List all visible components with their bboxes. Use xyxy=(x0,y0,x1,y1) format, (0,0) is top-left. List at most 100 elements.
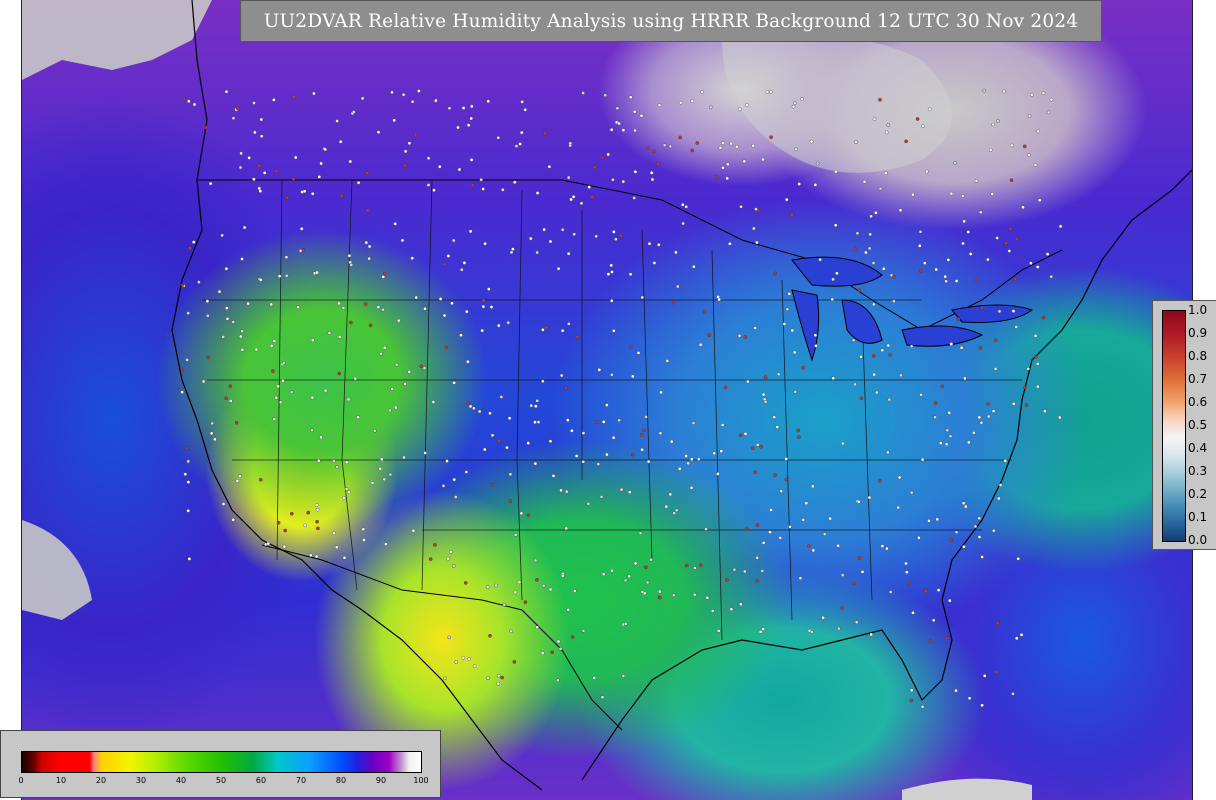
station-marker xyxy=(323,147,328,152)
station-marker xyxy=(509,250,514,255)
station-marker xyxy=(725,578,729,582)
station-marker xyxy=(253,130,257,135)
station-marker xyxy=(974,278,979,282)
station-marker xyxy=(743,335,748,339)
station-marker xyxy=(289,390,294,394)
station-marker xyxy=(609,127,614,132)
station-marker xyxy=(658,589,662,594)
station-marker xyxy=(315,519,319,524)
station-marker xyxy=(447,106,452,111)
station-marker xyxy=(904,561,908,566)
station-marker xyxy=(310,338,315,342)
station-marker xyxy=(541,651,545,656)
station-marker xyxy=(927,107,932,112)
station-marker xyxy=(630,452,635,457)
rh-colorbar-gradient xyxy=(21,751,422,773)
station-marker xyxy=(859,396,864,401)
station-marker xyxy=(496,135,501,140)
station-marker xyxy=(869,632,874,637)
station-marker xyxy=(721,141,725,145)
station-marker xyxy=(282,544,287,549)
station-marker xyxy=(854,139,858,144)
station-marker xyxy=(686,461,690,466)
station-marker xyxy=(906,581,911,586)
station-marker xyxy=(1033,163,1038,167)
station-marker xyxy=(614,237,618,241)
station-marker xyxy=(442,262,447,266)
station-marker xyxy=(367,256,371,261)
station-marker xyxy=(811,548,816,553)
station-marker xyxy=(581,459,586,464)
station-marker xyxy=(603,93,608,97)
station-marker xyxy=(217,289,222,294)
station-marker xyxy=(739,204,743,209)
station-marker xyxy=(269,343,274,348)
station-marker xyxy=(1022,144,1027,149)
station-marker xyxy=(884,171,888,175)
station-marker xyxy=(621,128,626,132)
station-marker xyxy=(978,346,983,350)
station-marker xyxy=(274,395,279,400)
station-marker xyxy=(535,398,540,403)
station-marker xyxy=(1009,178,1014,182)
station-marker xyxy=(796,428,800,433)
station-marker xyxy=(266,541,270,546)
station-marker xyxy=(587,185,592,189)
station-marker xyxy=(490,482,495,487)
station-marker xyxy=(624,622,628,626)
station-marker xyxy=(728,241,732,246)
station-marker xyxy=(612,328,616,333)
station-marker xyxy=(759,444,764,449)
station-marker xyxy=(221,502,226,506)
station-marker xyxy=(392,118,397,123)
station-marker xyxy=(284,274,289,278)
station-marker xyxy=(980,555,984,559)
station-marker xyxy=(691,421,696,425)
station-marker xyxy=(486,287,491,291)
relative-humidity-colorbar: 0 10 20 30 40 50 60 70 80 90 100 xyxy=(0,730,441,798)
station-marker xyxy=(809,139,814,144)
station-marker xyxy=(813,333,818,338)
station-marker xyxy=(543,131,547,136)
station-marker xyxy=(252,177,256,181)
station-marker xyxy=(467,657,471,661)
station-marker xyxy=(678,100,683,105)
station-marker xyxy=(356,180,361,185)
station-marker xyxy=(760,569,765,573)
station-marker xyxy=(337,371,342,376)
station-marker xyxy=(292,94,296,99)
station-marker xyxy=(259,134,264,138)
station-marker xyxy=(376,130,381,134)
station-marker xyxy=(289,511,294,516)
station-marker xyxy=(410,256,415,261)
station-marker xyxy=(306,510,311,515)
station-marker xyxy=(335,119,339,123)
station-marker xyxy=(671,300,676,305)
station-marker xyxy=(888,352,893,357)
station-marker xyxy=(980,305,985,310)
station-marker xyxy=(239,151,243,156)
station-marker xyxy=(793,101,797,105)
station-marker xyxy=(669,439,674,444)
station-marker xyxy=(991,122,995,127)
station-marker xyxy=(837,626,841,631)
station-marker xyxy=(437,164,442,169)
station-marker xyxy=(459,267,464,272)
station-marker xyxy=(878,98,882,102)
station-marker xyxy=(314,554,319,559)
station-marker xyxy=(797,435,801,440)
station-marker xyxy=(705,596,710,600)
station-marker xyxy=(949,537,954,542)
station-marker xyxy=(788,525,792,529)
station-marker xyxy=(605,452,609,457)
station-marker xyxy=(183,472,188,477)
station-marker xyxy=(738,433,743,438)
station-marker xyxy=(918,229,923,234)
station-marker xyxy=(763,400,768,404)
station-marker xyxy=(755,240,759,245)
station-marker xyxy=(390,90,394,95)
station-marker xyxy=(650,177,655,182)
station-marker xyxy=(240,347,245,352)
station-marker xyxy=(302,189,307,194)
station-marker xyxy=(640,590,645,594)
